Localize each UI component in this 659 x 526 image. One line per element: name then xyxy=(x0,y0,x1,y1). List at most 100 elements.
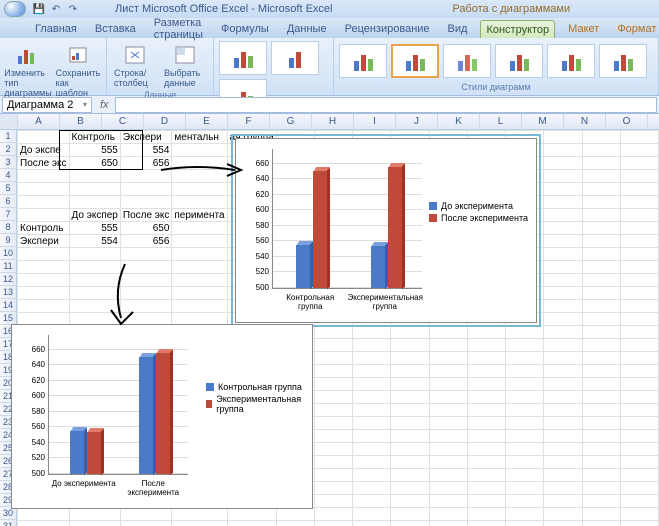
cell-M31[interactable] xyxy=(544,521,582,526)
cell-N23[interactable] xyxy=(582,417,620,430)
cell-J28[interactable] xyxy=(429,482,467,495)
cell-J26[interactable] xyxy=(429,456,467,469)
select-data-button[interactable]: Выбрать данные xyxy=(161,40,209,90)
cell-H28[interactable] xyxy=(353,482,391,495)
cell-L28[interactable] xyxy=(506,482,544,495)
cell-F31[interactable] xyxy=(276,521,314,526)
cell-H29[interactable] xyxy=(353,495,391,508)
cell-O25[interactable] xyxy=(620,443,658,456)
col-header-L[interactable]: L xyxy=(480,114,522,129)
cell-J27[interactable] xyxy=(429,469,467,482)
cell-A10[interactable] xyxy=(18,248,70,261)
cell-O9[interactable] xyxy=(620,235,658,248)
cell-H25[interactable] xyxy=(353,443,391,456)
row-header-11[interactable]: 11 xyxy=(0,260,17,273)
redo-icon[interactable]: ↷ xyxy=(66,2,80,16)
col-header-F[interactable]: F xyxy=(228,114,270,129)
row-header-12[interactable]: 12 xyxy=(0,273,17,286)
bar[interactable] xyxy=(156,353,170,474)
cell-M3[interactable] xyxy=(544,157,582,170)
cell-H24[interactable] xyxy=(353,430,391,443)
cell-A3[interactable]: После экс xyxy=(18,157,70,170)
cell-N6[interactable] xyxy=(582,196,620,209)
cell-H19[interactable] xyxy=(353,365,391,378)
cell-M25[interactable] xyxy=(544,443,582,456)
cell-N1[interactable] xyxy=(582,131,620,144)
cell-H17[interactable] xyxy=(353,339,391,352)
cell-K19[interactable] xyxy=(467,365,505,378)
tab-page-layout[interactable]: Разметка страницы xyxy=(149,20,208,38)
cell-I27[interactable] xyxy=(391,469,429,482)
cell-M15[interactable] xyxy=(544,313,582,326)
cell-G26[interactable] xyxy=(314,456,352,469)
cell-E30[interactable] xyxy=(227,508,276,521)
cell-A30[interactable] xyxy=(18,508,70,521)
bar[interactable] xyxy=(70,431,84,474)
cell-J30[interactable] xyxy=(429,508,467,521)
cell-I22[interactable] xyxy=(391,404,429,417)
cell-M8[interactable] xyxy=(544,222,582,235)
cell-B14[interactable] xyxy=(69,300,120,313)
cell-L26[interactable] xyxy=(506,456,544,469)
cell-N5[interactable] xyxy=(582,183,620,196)
cell-A9[interactable]: Экспери xyxy=(18,235,70,248)
cell-I25[interactable] xyxy=(391,443,429,456)
cell-N16[interactable] xyxy=(582,326,620,339)
cell-G20[interactable] xyxy=(314,378,352,391)
cell-L22[interactable] xyxy=(506,404,544,417)
cell-L24[interactable] xyxy=(506,430,544,443)
cell-N15[interactable] xyxy=(582,313,620,326)
cell-I16[interactable] xyxy=(391,326,429,339)
tab-data[interactable]: Данные xyxy=(282,20,332,38)
cell-J19[interactable] xyxy=(429,365,467,378)
cell-C4[interactable] xyxy=(120,170,172,183)
cell-O31[interactable] xyxy=(620,521,658,526)
cell-O15[interactable] xyxy=(620,313,658,326)
cell-C5[interactable] xyxy=(120,183,172,196)
formula-input[interactable] xyxy=(115,97,657,113)
cell-M10[interactable] xyxy=(544,248,582,261)
cell-I18[interactable] xyxy=(391,352,429,365)
cell-D4[interactable] xyxy=(172,170,227,183)
cell-H21[interactable] xyxy=(353,391,391,404)
cell-D11[interactable] xyxy=(172,261,227,274)
cell-C11[interactable] xyxy=(120,261,172,274)
cell-C13[interactable] xyxy=(120,287,172,300)
bar[interactable] xyxy=(296,245,310,288)
cell-B13[interactable] xyxy=(69,287,120,300)
cell-I17[interactable] xyxy=(391,339,429,352)
cell-O27[interactable] xyxy=(620,469,658,482)
cell-N19[interactable] xyxy=(582,365,620,378)
cell-G30[interactable] xyxy=(314,508,352,521)
chart-style-5[interactable] xyxy=(547,44,595,78)
cell-L17[interactable] xyxy=(506,339,544,352)
cell-L23[interactable] xyxy=(506,417,544,430)
cell-N25[interactable] xyxy=(582,443,620,456)
cell-L20[interactable] xyxy=(506,378,544,391)
cell-I21[interactable] xyxy=(391,391,429,404)
cell-J18[interactable] xyxy=(429,352,467,365)
bar[interactable] xyxy=(139,357,153,474)
cell-A6[interactable] xyxy=(18,196,70,209)
row-header-31[interactable]: 31 xyxy=(0,520,17,526)
cell-L19[interactable] xyxy=(506,365,544,378)
cell-D30[interactable] xyxy=(172,508,227,521)
cell-L25[interactable] xyxy=(506,443,544,456)
col-header-M[interactable]: M xyxy=(522,114,564,129)
cell-M4[interactable] xyxy=(544,170,582,183)
cell-G19[interactable] xyxy=(314,365,352,378)
cell-M11[interactable] xyxy=(544,261,582,274)
cell-I30[interactable] xyxy=(391,508,429,521)
cell-J22[interactable] xyxy=(429,404,467,417)
cell-A4[interactable] xyxy=(18,170,70,183)
cell-B3[interactable]: 650 xyxy=(69,157,120,170)
cell-A13[interactable] xyxy=(18,287,70,300)
cell-O16[interactable] xyxy=(620,326,658,339)
cell-N14[interactable] xyxy=(582,300,620,313)
tab-review[interactable]: Рецензирование xyxy=(340,20,435,38)
cell-O8[interactable] xyxy=(620,222,658,235)
cell-F30[interactable] xyxy=(276,508,314,521)
tab-layout[interactable]: Макет xyxy=(563,20,604,38)
cell-J21[interactable] xyxy=(429,391,467,404)
cell-N12[interactable] xyxy=(582,274,620,287)
